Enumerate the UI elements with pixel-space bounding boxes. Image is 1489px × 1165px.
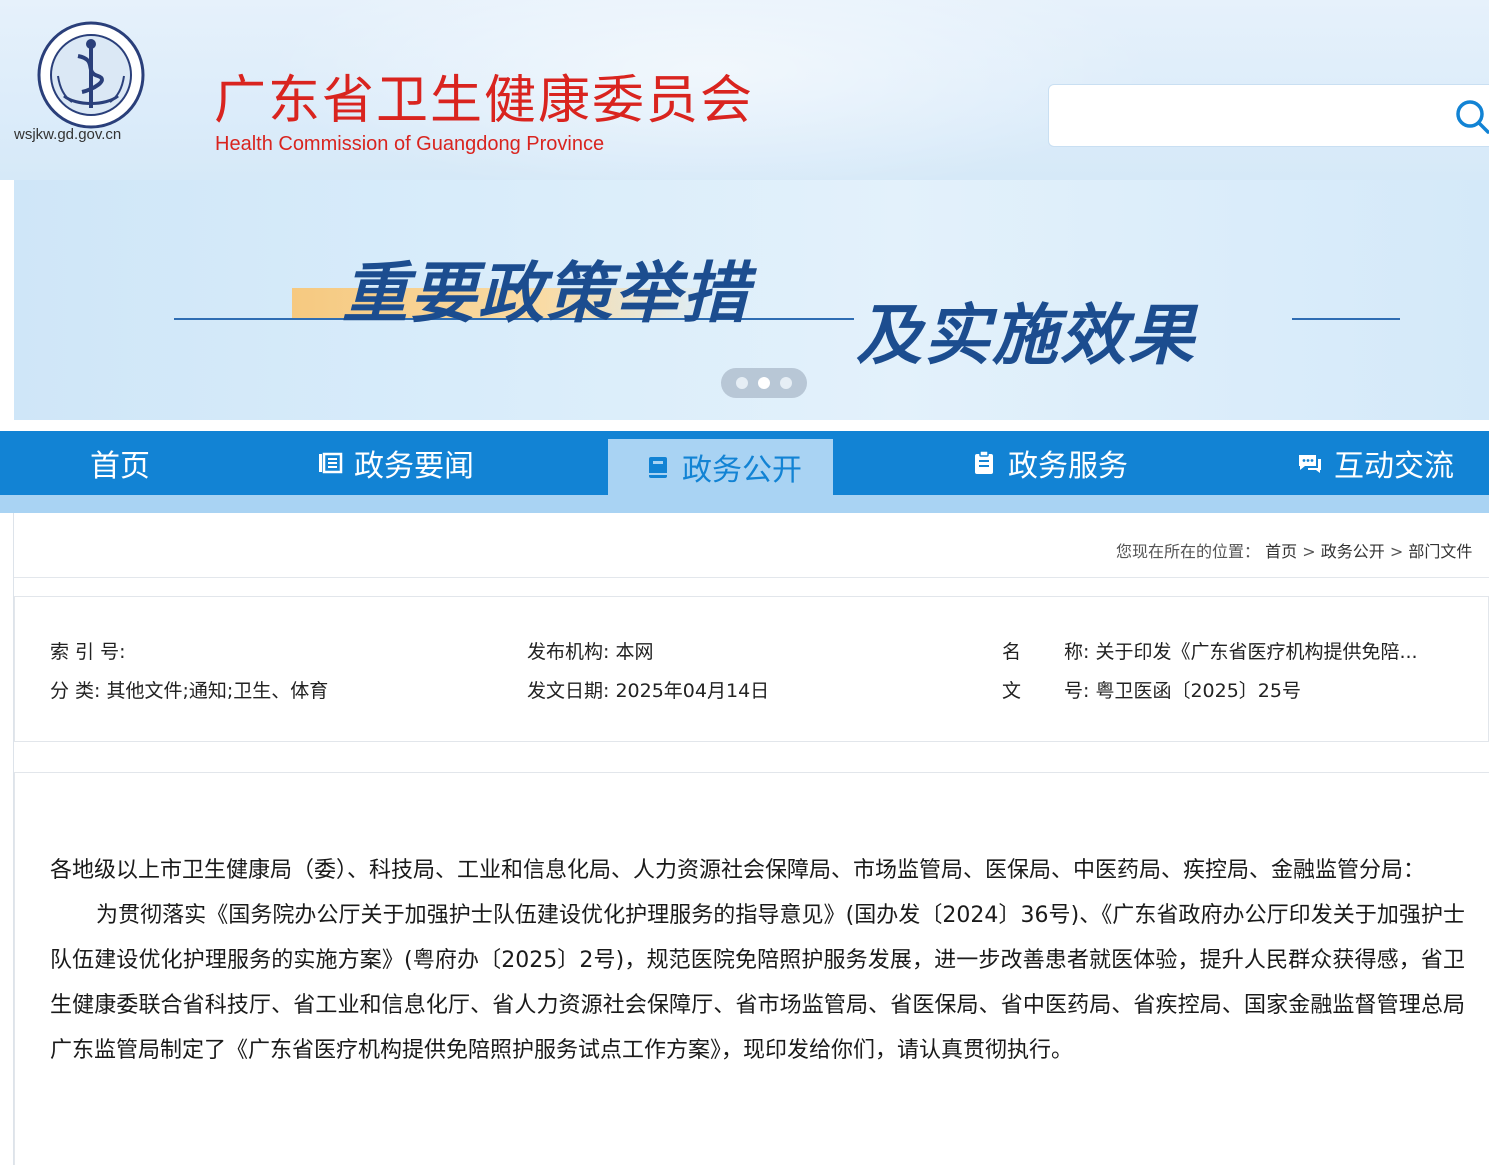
document-addressee: 各地级以上市卫生健康局（委）、科技局、工业和信息化局、人力资源社会保障局、市场监… bbox=[50, 858, 1426, 883]
carousel-dot[interactable] bbox=[780, 377, 792, 389]
banner-title-line1: 重要政策举措 bbox=[342, 254, 750, 332]
document-meta-panel bbox=[14, 596, 1489, 742]
meta-doc-number: 号: 粤卫医函〔2025〕25号 bbox=[1064, 676, 1301, 703]
nav-item-gov-affairs-open[interactable]: 政务公开 bbox=[644, 435, 802, 499]
site-header: wsjkw.gd.gov.cn 广东省卫生健康委员会 Health Commis… bbox=[0, 0, 1489, 180]
breadcrumb-separator: > bbox=[1389, 542, 1404, 561]
breadcrumb-link-gov-open[interactable]: 政务公开 bbox=[1321, 542, 1385, 561]
breadcrumb: 您现在所在的位置： 首页 > 政务公开 > 部门文件 bbox=[1116, 538, 1472, 562]
carousel-dots bbox=[721, 368, 807, 398]
site-subtitle-en: Health Commission of Guangdong Province bbox=[215, 133, 605, 155]
meta-doc-name-label-1: 名 bbox=[1002, 641, 1022, 663]
meta-value: 粤卫医函〔2025〕25号 bbox=[1095, 680, 1301, 702]
meta-label: 索 引 号: bbox=[50, 641, 126, 663]
breadcrumb-link-dept-docs[interactable]: 部门文件 bbox=[1408, 542, 1472, 561]
chat-icon bbox=[1299, 455, 1321, 473]
banner-decor-line bbox=[1292, 318, 1400, 320]
meta-label: 发布机构: bbox=[527, 641, 610, 663]
carousel-dot[interactable] bbox=[736, 377, 748, 389]
meta-label: 号: bbox=[1064, 680, 1090, 702]
meta-value: 关于印发《广东省医疗机构提供免陪... bbox=[1095, 641, 1418, 663]
nav-item-label: 政务服务 bbox=[1008, 449, 1128, 484]
document-body: 各地级以上市卫生健康局（委）、科技局、工业和信息化局、人力资源社会保障局、市场监… bbox=[50, 848, 1465, 1073]
nav-item-label: 政务公开 bbox=[682, 453, 802, 488]
meta-category: 分 类: 其他文件;通知;卫生、体育 bbox=[50, 676, 328, 703]
document-paragraph: 为贯彻落实《国务院办公厅关于加强护士队伍建设优化护理服务的指导意见》(国办发〔2… bbox=[50, 903, 1465, 1063]
nav-item-interaction[interactable]: 互动交流 bbox=[1296, 431, 1454, 495]
health-emblem-logo[interactable] bbox=[36, 20, 146, 130]
meta-label: 称: bbox=[1064, 641, 1090, 663]
site-title[interactable]: 广东省卫生健康委员会 bbox=[214, 58, 754, 133]
carousel-dot-active[interactable] bbox=[758, 377, 770, 389]
nav-item-home[interactable]: 首页 bbox=[90, 431, 150, 495]
meta-issue-date: 发文日期: 2025年04月14日 bbox=[527, 676, 769, 703]
meta-label: 分 类: bbox=[50, 680, 101, 702]
banner-carousel[interactable]: 重要政策举措 及实施效果 bbox=[14, 180, 1489, 420]
meta-label: 发文日期: bbox=[527, 680, 610, 702]
banner-title-line2: 及实施效果 bbox=[856, 296, 1196, 374]
site-domain-text: wsjkw.gd.gov.cn bbox=[14, 126, 122, 143]
meta-value: 本网 bbox=[615, 641, 654, 663]
nav-item-news[interactable]: 政务要闻 bbox=[316, 431, 474, 495]
book-icon bbox=[649, 457, 667, 478]
breadcrumb-separator: > bbox=[1302, 542, 1316, 561]
breadcrumb-link-home[interactable]: 首页 bbox=[1265, 542, 1297, 561]
meta-value: 2025年04月14日 bbox=[615, 680, 770, 702]
news-icon bbox=[319, 452, 343, 474]
search-icon[interactable] bbox=[1452, 96, 1489, 136]
nav-item-label: 首页 bbox=[90, 449, 150, 484]
nav-item-label: 互动交流 bbox=[1334, 449, 1454, 484]
meta-doc-name[interactable]: 称: 关于印发《广东省医疗机构提供免陪... bbox=[1064, 637, 1464, 664]
breadcrumb-prefix: 您现在所在的位置： bbox=[1116, 542, 1261, 561]
divider bbox=[14, 577, 1489, 578]
clipboard-icon bbox=[975, 450, 993, 474]
nav-item-gov-services[interactable]: 政务服务 bbox=[970, 431, 1128, 495]
meta-doc-number-label-1: 文 bbox=[1002, 680, 1022, 702]
meta-index-number: 索 引 号: bbox=[50, 637, 125, 664]
meta-value: 其他文件;通知;卫生、体育 bbox=[106, 680, 329, 702]
meta-publisher: 发布机构: 本网 bbox=[527, 637, 653, 664]
search-input[interactable] bbox=[1048, 84, 1489, 147]
nav-item-label: 政务要闻 bbox=[354, 449, 474, 484]
